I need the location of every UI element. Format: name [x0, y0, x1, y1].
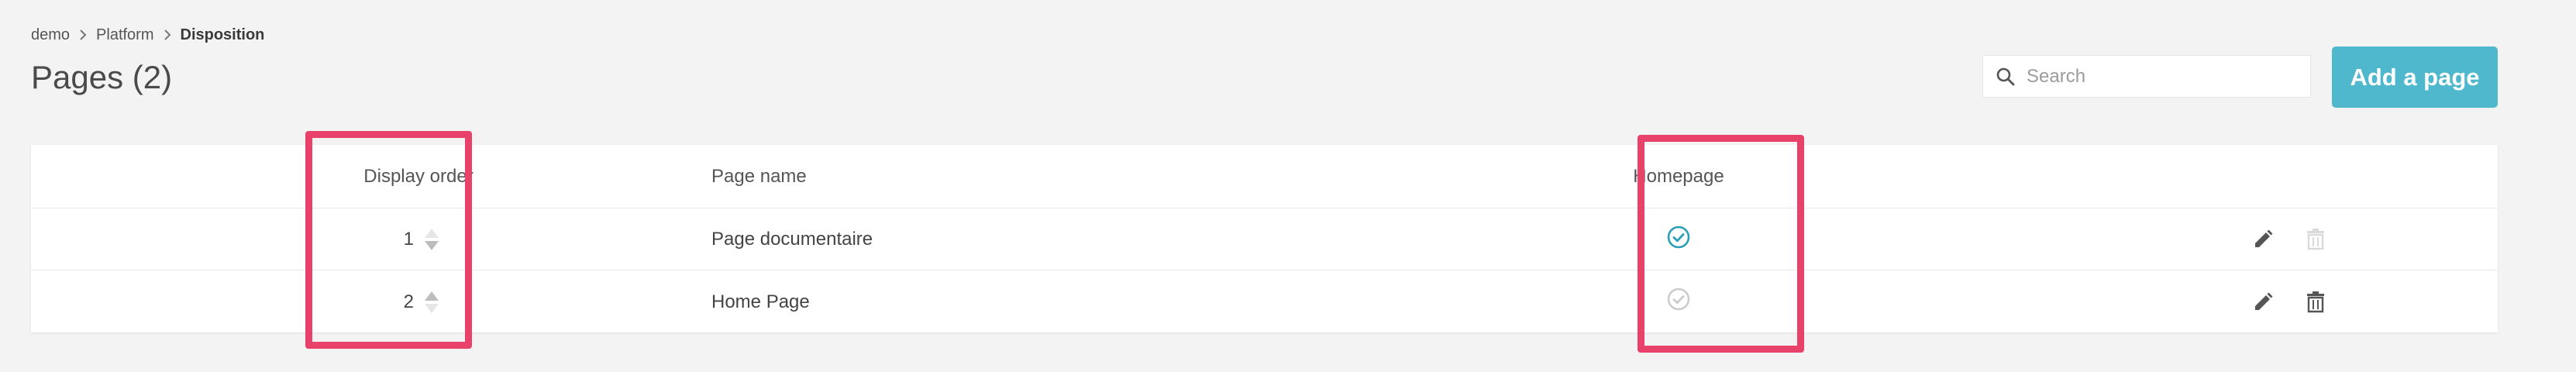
trash-icon [2300, 224, 2331, 255]
trash-icon[interactable] [2300, 287, 2331, 318]
pencil-icon[interactable] [2247, 224, 2278, 255]
add-page-button[interactable]: Add a page [2332, 46, 2498, 108]
highlight-box-display-order [305, 131, 472, 349]
search-box [1982, 55, 2311, 98]
breadcrumb-item-platform[interactable]: Platform [96, 26, 153, 44]
breadcrumb-item-demo[interactable]: demo [31, 26, 70, 44]
pencil-icon[interactable] [2247, 287, 2278, 318]
page-title: Pages (2) [31, 59, 173, 95]
search-icon [1994, 65, 2017, 88]
chevron-right-icon [164, 29, 171, 41]
page-name-cell[interactable]: Page documentaire [711, 208, 1409, 270]
breadcrumb: demo Platform Disposition [31, 23, 264, 46]
search-input[interactable] [2025, 64, 2307, 88]
chevron-right-icon [79, 29, 87, 41]
page-name-cell[interactable]: Home Page [711, 270, 1409, 333]
breadcrumb-item-disposition: Disposition [180, 26, 265, 43]
actions-cell [2247, 208, 2387, 270]
highlight-box-homepage [1638, 135, 1804, 353]
actions-cell [2247, 270, 2387, 333]
column-header-page-name: Page name [711, 165, 807, 187]
